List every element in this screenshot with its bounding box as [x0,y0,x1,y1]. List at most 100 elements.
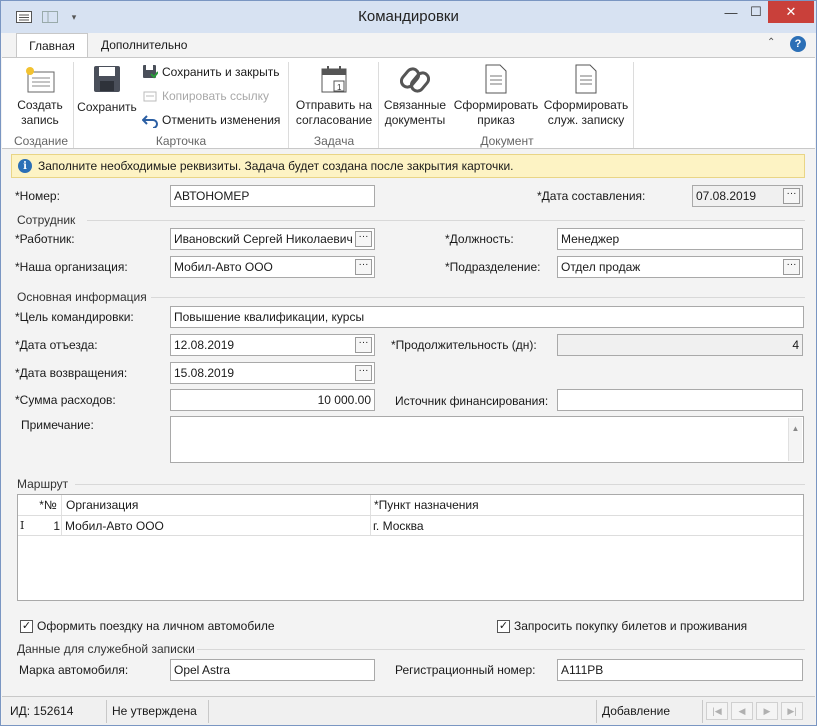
save-icon [94,66,120,92]
col-dest-header[interactable]: *Пункт назначения [372,495,479,515]
maximize-icon[interactable]: ☐ [743,1,769,23]
status-mode: Добавление [602,704,670,718]
employee-section-title: Сотрудник [17,213,76,227]
depart-date-button[interactable]: ··· [355,337,372,353]
dept-field[interactable]: Отдел продаж ··· [557,256,803,278]
date-picker-button[interactable]: ··· [783,188,800,204]
org-select-button[interactable]: ··· [355,259,372,275]
scroll-up-icon[interactable]: ▲ [789,419,802,439]
expenses-label: *Сумма расходов: [15,393,116,407]
tab-home[interactable]: Главная [16,33,88,57]
status-state: Не утверждена [112,704,197,718]
personal-car-checkbox[interactable]: ✓ Оформить поездку на личном автомобиле [20,617,275,635]
window-title: Командировки [358,8,459,25]
info-text: Заполните необходимые реквизиты. Задача … [38,159,514,173]
memo-document-icon [575,64,597,94]
document-icon [485,64,507,94]
send-for-approval-button[interactable]: 1 Отправить на согласование [292,64,376,128]
note-scrollbar[interactable]: ▲ ▼ [788,418,802,461]
copy-link-button[interactable]: Копировать ссылку [142,86,269,106]
dept-label: *Подразделение: [445,260,541,274]
ribbon-tabs: Главная Дополнительно ⌃ ? [1,33,816,57]
depart-field[interactable]: 12.08.2019 ··· [170,334,375,356]
date-label: *Дата составления: [537,189,646,203]
create-record-button[interactable]: Создать запись [8,66,72,128]
dept-select-button[interactable]: ··· [783,259,800,275]
scroll-down-icon[interactable]: ▼ [789,459,802,462]
collapse-ribbon-icon[interactable]: ⌃ [767,37,775,48]
first-record-icon[interactable]: |◀ [706,702,728,720]
prev-record-icon[interactable]: ◀ [731,702,753,720]
checkbox-checked-icon[interactable]: ✓ [497,619,510,633]
note-label: Примечание: [21,418,94,432]
worker-select-button[interactable]: ··· [355,231,372,247]
org-field[interactable]: Мобил-Авто ООО ··· [170,256,375,278]
new-record-icon [26,67,55,93]
position-label: *Должность: [445,232,514,246]
help-icon[interactable]: ? [790,36,806,52]
cell-org[interactable]: Мобил-Авто ООО [65,516,164,536]
text-cursor-icon: I [20,519,25,532]
cancel-changes-button[interactable]: Отменить изменения [142,110,280,130]
title-bar: ▾ Командировки — ☐ ✕ [1,1,816,33]
note-field[interactable]: ▲ ▼ [170,416,804,463]
car-label: Марка автомобиля: [19,663,129,677]
status-bar: ИД: 152614 Не утверждена Добавление |◀ ◀… [2,696,815,725]
return-label: *Дата возвращения: [15,366,128,380]
worker-label: *Работник: [15,232,75,246]
funding-field[interactable] [557,389,803,411]
purpose-label: *Цель командировки: [15,310,134,324]
calendar-task-icon: 1 [321,66,347,93]
info-icon: i [18,159,32,173]
col-num-header[interactable]: *№ [32,495,64,515]
car-field[interactable]: Opel Astra [170,659,375,681]
group-document: Документ [480,134,534,148]
make-order-button[interactable]: Сформировать приказ [452,64,540,128]
return-field[interactable]: 15.08.2019 ··· [170,362,375,384]
reg-label: Регистрационный номер: [395,663,536,677]
tickets-checkbox[interactable]: ✓ Запросить покупку билетов и проживания [497,617,747,635]
org-label: *Наша организация: [15,260,128,274]
close-icon[interactable]: ✕ [768,1,814,23]
next-record-icon[interactable]: ▶ [756,702,778,720]
duration-field[interactable]: 4 [557,334,803,356]
funding-label: Источник финансирования: [395,394,549,408]
number-field[interactable]: АВТОНОМЕР [170,185,375,207]
save-close-icon [143,65,158,79]
minimize-icon[interactable]: — [718,1,744,23]
return-date-button[interactable]: ··· [355,365,372,381]
cell-dest[interactable]: г. Москва [373,516,424,536]
purpose-field[interactable]: Повышение квалификации, курсы [170,306,804,328]
col-org-header[interactable]: Организация [64,495,138,515]
svg-text:1: 1 [337,83,342,92]
cell-num[interactable]: 1 [32,516,60,536]
number-label: *Номер: [15,189,60,203]
ribbon: Создать запись Создание Сохранить Сохран… [2,57,815,149]
link-icon [400,67,430,93]
window: ▾ Командировки — ☐ ✕ Главная Дополнитель… [0,0,817,726]
checkbox-checked-icon[interactable]: ✓ [20,619,33,633]
copy-link-icon [143,91,157,102]
save-button[interactable]: Сохранить [76,64,138,115]
group-create: Создание [13,134,69,148]
group-task: Задача [313,134,355,148]
depart-label: *Дата отъезда: [15,338,98,352]
last-record-icon[interactable]: ▶| [781,702,803,720]
reg-field[interactable]: А111РВ [557,659,803,681]
info-banner: i Заполните необходимые реквизиты. Задач… [11,154,805,178]
tab-additional[interactable]: Дополнительно [89,33,199,57]
position-field[interactable]: Менеджер [557,228,803,250]
save-close-button[interactable]: Сохранить и закрыть [142,62,279,82]
route-section-title: Маршрут [17,477,69,491]
make-memo-button[interactable]: Сформировать служ. записку [542,64,630,128]
duration-label: *Продолжительность (дн): [391,338,537,352]
undo-icon [142,115,158,128]
worker-field[interactable]: Ивановский Сергей Николаевич ··· [170,228,375,250]
main-section-title: Основная информация [17,290,147,304]
linked-documents-button[interactable]: Связанные документы [382,64,448,128]
memo-section-title: Данные для служебной записки [17,642,195,656]
group-card: Карточка [155,134,207,148]
date-field[interactable]: 07.08.2019 ··· [692,185,803,207]
table-row[interactable]: I 1 Мобил-Авто ООО г. Москва [18,515,803,536]
expenses-field[interactable]: 10 000.00 [170,389,375,411]
